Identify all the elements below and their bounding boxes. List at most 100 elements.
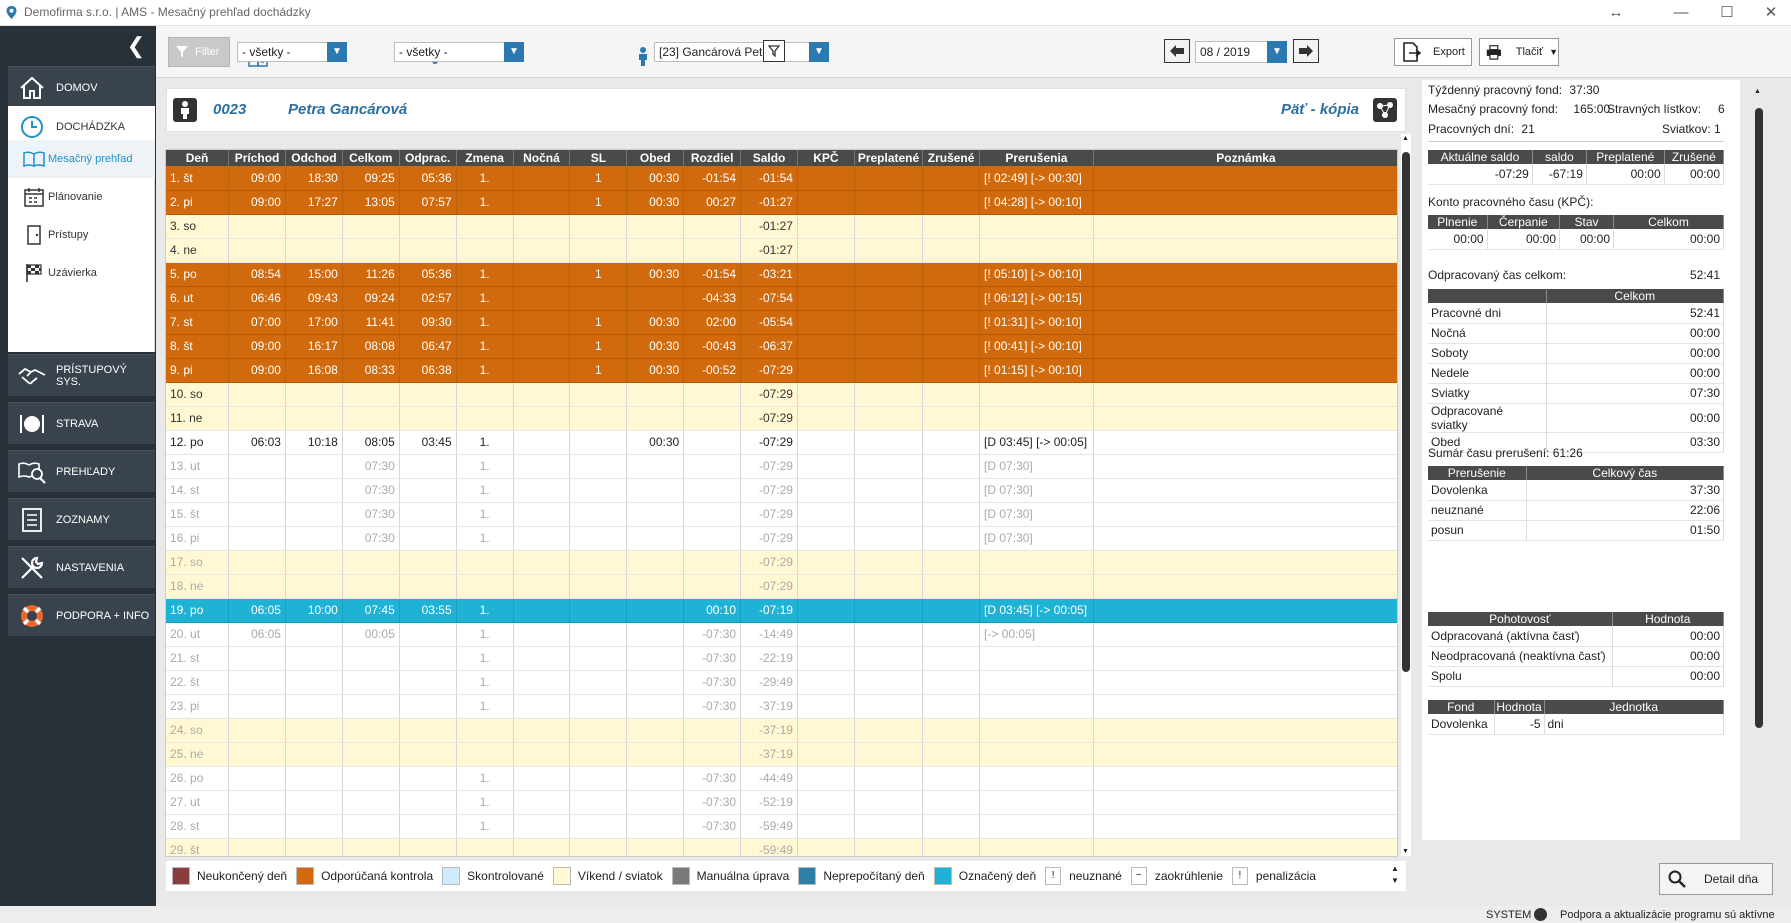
legend-scroll[interactable]: ▲ ▼: [1388, 863, 1402, 889]
column-header[interactable]: Odchod: [285, 150, 343, 166]
table-scrollbar[interactable]: ▲ ▼: [1401, 134, 1411, 856]
table-row[interactable]: 9. pi 09:00 16:08 08:33 06:38 1. 1 00:30 -00:52-…: [166, 358, 1397, 383]
table-row[interactable]: 20. ut 06:05 00:05 1. -07:30 -14:49 [-> 00:05]: [166, 622, 1397, 647]
table-row[interactable]: 17. so -07:29: [166, 550, 1397, 575]
scrollbar-thumb[interactable]: [1755, 108, 1763, 728]
group-select[interactable]: - všetky - ▼: [394, 42, 524, 62]
employee-select[interactable]: [23] Gancárová Petra ▼: [654, 42, 829, 62]
nav-zoznamy[interactable]: ZOZNAMY: [8, 498, 155, 540]
table-cell: [456, 574, 514, 599]
nav-strava[interactable]: STRAVA: [8, 402, 155, 444]
chevron-down-icon[interactable]: ▼: [809, 42, 829, 62]
column-header[interactable]: Odprac.: [399, 150, 457, 166]
scroll-down-icon[interactable]: ▼: [1402, 848, 1409, 855]
resize-icon[interactable]: ↔: [1596, 2, 1636, 24]
table-cell: [797, 646, 855, 671]
table-row[interactable]: 12. po 06:03 10:18 08:05 03:45 1. 00:30 -07:29 […: [166, 430, 1397, 455]
column-header[interactable]: SL: [569, 150, 628, 166]
table-row[interactable]: 28. st 1. -07:30 -59:49: [166, 814, 1397, 839]
close-button[interactable]: ✕: [1751, 2, 1791, 24]
scroll-up-icon[interactable]: ▲: [1388, 863, 1402, 875]
subnav-item-mesacny-prehlad[interactable]: Mesačný prehľad: [8, 140, 155, 178]
scroll-up-icon[interactable]: ▲: [1402, 135, 1409, 142]
column-header[interactable]: Zrušené: [922, 150, 981, 166]
subnav-item-pristupy[interactable]: Prístupy: [8, 216, 155, 254]
employee-filter-button[interactable]: [763, 40, 785, 62]
table-row[interactable]: 24. so -37:19: [166, 718, 1397, 743]
th: Celkový čas: [1526, 466, 1724, 480]
subnav-item-planovanie[interactable]: Plánovanie: [8, 178, 155, 216]
table-row[interactable]: 7. st 07:00 17:00 11:41 09:30 1. 1 00:30 02:00 -0…: [166, 310, 1397, 335]
scrollbar-thumb[interactable]: [1402, 152, 1410, 672]
chevron-down-icon[interactable]: ▼: [1267, 41, 1287, 63]
maximize-button[interactable]: ☐: [1707, 2, 1747, 24]
table-row[interactable]: 22. št 1. -07:30 -29:49: [166, 670, 1397, 695]
table-row[interactable]: 4. ne -01:27: [166, 238, 1397, 263]
column-header[interactable]: Poznámka: [1093, 150, 1397, 166]
column-header[interactable]: Prerušenia: [979, 150, 1094, 166]
table-row[interactable]: 15. št 07:30 1. -07:29 [D 07:30]: [166, 502, 1397, 527]
chevron-down-icon[interactable]: ▼: [327, 42, 347, 62]
column-header[interactable]: Príchod: [228, 150, 286, 166]
table-row[interactable]: 18. ne -07:29: [166, 574, 1397, 599]
table-cell: [797, 166, 855, 191]
column-header[interactable]: Celkom: [342, 150, 400, 166]
column-header[interactable]: Preplatené: [854, 150, 924, 166]
collapse-sidebar-icon[interactable]: ❮: [124, 34, 148, 58]
column-header[interactable]: Saldo: [740, 150, 798, 166]
table-row[interactable]: 10. so -07:29: [166, 382, 1397, 407]
table-row[interactable]: 23. pi 1. -07:30 -37:19: [166, 694, 1397, 719]
scroll-up-icon[interactable]: ▲: [1754, 88, 1764, 95]
export-button[interactable]: Export: [1394, 38, 1472, 66]
chevron-down-icon[interactable]: ▼: [504, 42, 524, 62]
next-month-button[interactable]: [1293, 39, 1319, 63]
table-row[interactable]: 11. ne -07:29: [166, 406, 1397, 431]
table-row[interactable]: 25. ne -37:19: [166, 742, 1397, 767]
table-row[interactable]: 26. po 1. -07:30 -44:49: [166, 766, 1397, 791]
table-cell: [342, 406, 400, 431]
table-cell: [626, 502, 685, 527]
department-select[interactable]: - všetky - ▼: [237, 42, 347, 62]
nav-nastavenia[interactable]: NASTAVENIA: [8, 546, 155, 588]
nav-pristupovy-sys[interactable]: PRÍSTUPOVÝ SYS.: [8, 354, 155, 396]
column-header[interactable]: Rozdiel: [683, 150, 742, 166]
table-row[interactable]: 13. ut 07:30 1. -07:29 [D 07:30]: [166, 454, 1397, 479]
filter-button[interactable]: Filter: [168, 37, 230, 67]
column-header[interactable]: KPČ: [797, 150, 855, 166]
shift-network-icon[interactable]: [1373, 98, 1397, 122]
table-row[interactable]: 5. po 08:54 15:00 11:26 05:36 1. 1 00:30 -01:54-…: [166, 262, 1397, 287]
day-detail-button[interactable]: Detail dňa: [1659, 863, 1773, 895]
minimize-button[interactable]: —: [1661, 2, 1701, 24]
summary-scrollbar[interactable]: ▲: [1754, 88, 1764, 738]
scroll-down-icon[interactable]: ▼: [1388, 875, 1402, 887]
table-row[interactable]: 6. ut 06:46 09:43 09:24 02:57 1. -04:33 -07:54 […: [166, 286, 1397, 311]
summary-row: Odpracované sviatky 00:00: [1428, 403, 1724, 433]
table-row[interactable]: 21. st 1. -07:30 -22:19: [166, 646, 1397, 671]
table-cell: [854, 838, 924, 856]
column-header[interactable]: Nočná: [513, 150, 571, 166]
table-cell: [854, 694, 924, 719]
table-row[interactable]: 3. so -01:27: [166, 214, 1397, 239]
nav-prehlady[interactable]: PREHĽADY: [8, 450, 155, 492]
prev-month-button[interactable]: [1164, 39, 1190, 63]
table-row[interactable]: 27. ut 1. -07:30 -52:19: [166, 790, 1397, 815]
print-button[interactable]: Tlačiť ▼: [1479, 38, 1559, 66]
nav-domov[interactable]: DOMOV: [8, 66, 155, 108]
table-row[interactable]: 16. pi 07:30 1. -07:29 [D 07:30]: [166, 526, 1397, 551]
person-icon: [639, 47, 647, 66]
table-cell: 11. ne: [166, 406, 230, 431]
table-row[interactable]: 29. št -59:49: [166, 838, 1397, 856]
table-row[interactable]: 2. pi 09:00 17:27 13:05 07:57 1. 1 00:30 00:27 -0…: [166, 190, 1397, 215]
table-cell: [797, 502, 855, 527]
nav-podpora[interactable]: PODPORA + INFO: [8, 594, 155, 636]
subnav-item-uzavierka[interactable]: Uzávierka: [8, 254, 155, 292]
column-header[interactable]: Zmena: [456, 150, 514, 166]
table-row[interactable]: 8. št 09:00 16:17 08:08 06:47 1. 1 00:30 -00:43-…: [166, 334, 1397, 359]
chevron-down-icon[interactable]: ▼: [1549, 47, 1558, 57]
table-row[interactable]: 14. st 07:30 1. -07:29 [D 07:30]: [166, 478, 1397, 503]
table-row[interactable]: 1. št 09:00 18:30 09:25 05:36 1. 1 00:30 -01:54-…: [166, 166, 1397, 191]
column-header[interactable]: Deň: [166, 150, 230, 166]
table-row[interactable]: 19. po 06:05 10:00 07:45 03:55 1. 00:10 -07:19 […: [166, 598, 1397, 623]
column-header[interactable]: Obed: [626, 150, 685, 166]
month-select[interactable]: 08 / 2019 ▼: [1195, 41, 1287, 63]
